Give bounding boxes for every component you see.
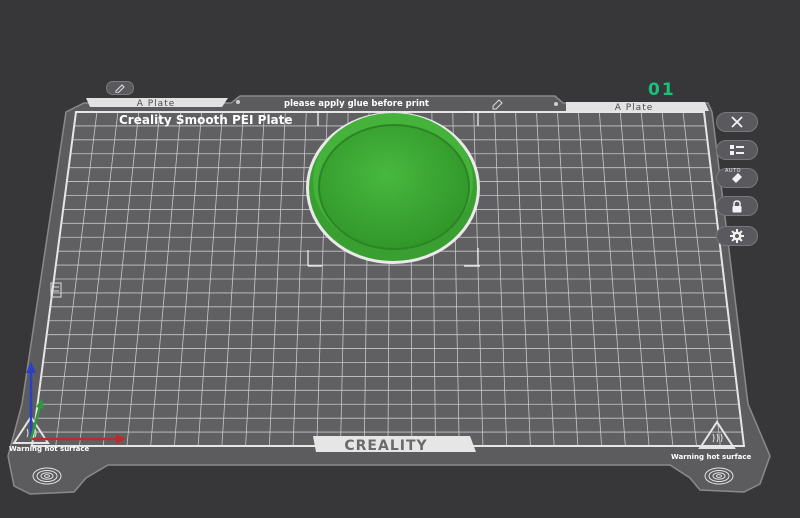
lock-button[interactable] bbox=[716, 196, 758, 216]
close-button[interactable] bbox=[716, 112, 758, 132]
plate-name-left: A Plate bbox=[137, 99, 176, 109]
plate-name-right: A Plate bbox=[615, 103, 654, 113]
pencil-icon bbox=[115, 84, 125, 93]
close-icon bbox=[731, 116, 743, 128]
model-object[interactable] bbox=[306, 112, 480, 264]
brand-label: CREALITY bbox=[344, 438, 427, 454]
plate-clip-left bbox=[236, 100, 240, 104]
build-plate-scene: A Plate A Plate Creality Smooth PEI Plat… bbox=[7, 95, 771, 495]
object-list-button[interactable] bbox=[716, 140, 758, 160]
3d-viewport[interactable]: A Plate A Plate Creality Smooth PEI Plat… bbox=[0, 0, 800, 518]
warning-label-left: Warning hot surface bbox=[9, 445, 90, 453]
lock-icon bbox=[732, 199, 742, 212]
list-icon bbox=[730, 145, 744, 155]
glue-notice: please apply glue before print bbox=[284, 99, 429, 109]
surface-label: Creality Smooth PEI Plate bbox=[119, 113, 293, 127]
warning-label-right: Warning hot surface bbox=[671, 453, 752, 461]
auto-arrange-button[interactable]: AUTO bbox=[716, 168, 758, 188]
edit-plate-name-button[interactable] bbox=[106, 81, 134, 95]
plate-number: 01 bbox=[648, 80, 676, 100]
gear-icon bbox=[730, 229, 744, 243]
plate-clip-right bbox=[554, 102, 558, 106]
settings-button[interactable] bbox=[716, 226, 758, 246]
auto-label: AUTO bbox=[725, 168, 742, 174]
